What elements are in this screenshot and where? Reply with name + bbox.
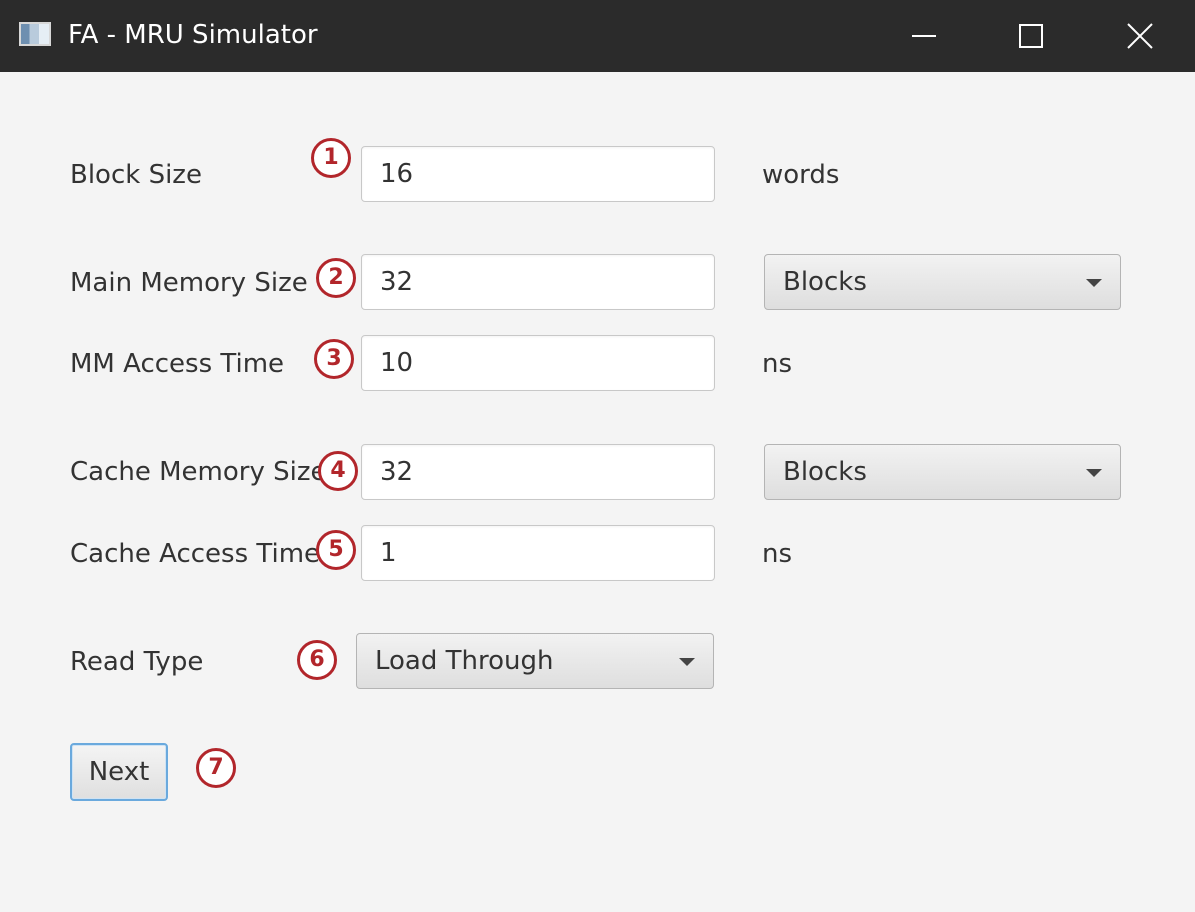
mm-access-time-label: MM Access Time — [70, 349, 285, 379]
minimize-button[interactable] — [895, 0, 953, 72]
main-memory-size-label: Main Memory Size — [70, 268, 308, 298]
chevron-down-icon — [679, 658, 695, 666]
maximize-button[interactable] — [1002, 0, 1060, 72]
annotation-badge-5: 5 — [316, 530, 356, 570]
cache-memory-size-label: Cache Memory Size — [70, 457, 327, 487]
cache-memory-unit-select[interactable]: Blocks — [764, 444, 1121, 500]
annotation-badge-7: 7 — [196, 748, 236, 788]
title-bar: FA - MRU Simulator — [0, 0, 1195, 72]
app-icon — [19, 22, 51, 46]
mm-access-time-unit: ns — [762, 349, 793, 379]
cache-access-time-input[interactable]: 1 — [361, 525, 715, 581]
chevron-down-icon — [1086, 279, 1102, 287]
window-title: FA - MRU Simulator — [68, 20, 318, 50]
read-type-value: Load Through — [375, 646, 554, 676]
mm-access-time-input[interactable]: 10 — [361, 335, 715, 391]
read-type-select[interactable]: Load Through — [356, 633, 714, 689]
close-button[interactable] — [1111, 0, 1169, 72]
main-memory-size-input[interactable]: 32 — [361, 254, 715, 310]
main-memory-unit-value: Blocks — [783, 267, 867, 297]
main-memory-unit-select[interactable]: Blocks — [764, 254, 1121, 310]
read-type-label: Read Type — [70, 647, 204, 677]
cache-memory-size-input[interactable]: 32 — [361, 444, 715, 500]
block-size-label: Block Size — [70, 160, 202, 190]
annotation-badge-3: 3 — [314, 339, 354, 379]
maximize-icon — [1019, 24, 1043, 48]
chevron-down-icon — [1086, 469, 1102, 477]
block-size-input[interactable]: 16 — [361, 146, 715, 202]
block-size-unit: words — [762, 160, 840, 190]
annotation-badge-2: 2 — [316, 258, 356, 298]
cache-memory-unit-value: Blocks — [783, 457, 867, 487]
annotation-badge-6: 6 — [297, 640, 337, 680]
annotation-badge-1: 1 — [311, 138, 351, 178]
minimize-icon — [912, 35, 936, 37]
cache-access-time-unit: ns — [762, 539, 793, 569]
close-icon — [1127, 23, 1153, 49]
annotation-badge-4: 4 — [318, 451, 358, 491]
cache-access-time-label: Cache Access Time — [70, 539, 321, 569]
next-button[interactable]: Next — [70, 743, 168, 801]
